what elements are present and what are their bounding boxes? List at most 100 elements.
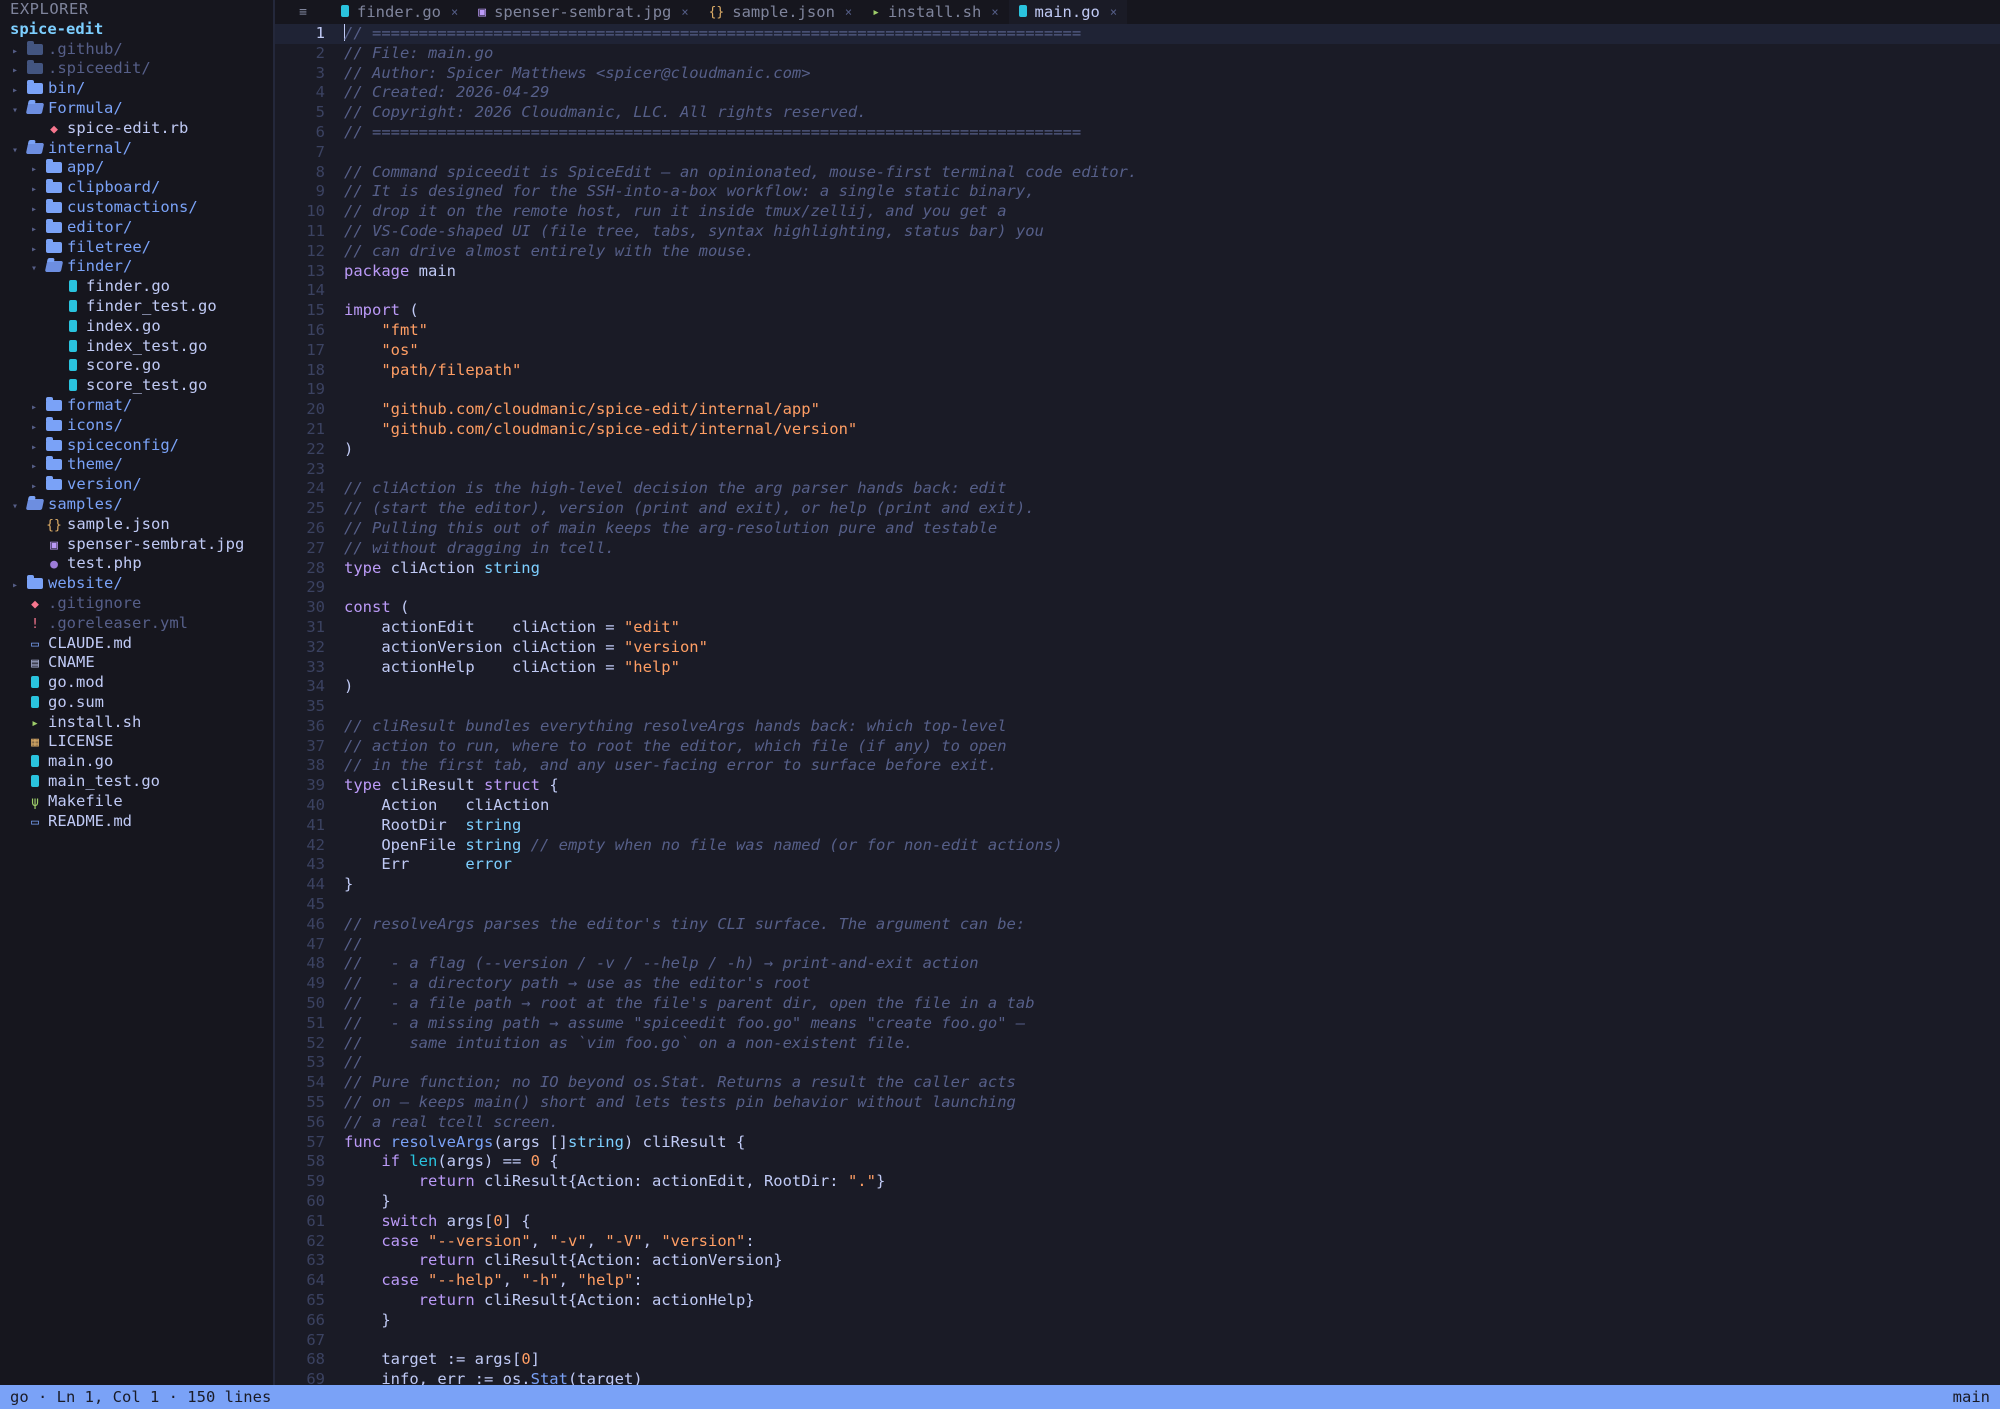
tree-file[interactable]: ! .goreleaser.yml	[0, 614, 273, 634]
code-line[interactable]: 30 const (	[275, 598, 2000, 618]
tree-file[interactable]: finder.go	[0, 277, 273, 297]
code-line[interactable]: 55 // on — keeps main() short and lets te…	[275, 1093, 2000, 1113]
tree-file[interactable]: ◆ .gitignore	[0, 594, 273, 614]
code-line[interactable]: 28 type cliAction string	[275, 559, 2000, 579]
code-line[interactable]: 50 // - a file path → root at the file's …	[275, 994, 2000, 1014]
code-line[interactable]: 15 import (	[275, 301, 2000, 321]
code-line[interactable]: 68 target := args[0]	[275, 1350, 2000, 1370]
tree-file[interactable]: go.mod	[0, 673, 273, 693]
code-line[interactable]: 32 actionVersion cliAction = "version"	[275, 638, 2000, 658]
code-line[interactable]: 69 info, err := os.Stat(target)	[275, 1370, 2000, 1385]
tab-finder-go[interactable]: finder.go ×	[331, 0, 468, 24]
tree-file[interactable]: score_test.go	[0, 376, 273, 396]
menu-icon[interactable]: ≡	[275, 5, 331, 20]
tree-file[interactable]: ▸ install.sh	[0, 713, 273, 733]
tree-file[interactable]: ▭ CLAUDE.md	[0, 634, 273, 654]
tree-folder[interactable]: ▸ spiceconfig/	[0, 436, 273, 456]
code-line[interactable]: 29	[275, 578, 2000, 598]
tree-file[interactable]: ψ Makefile	[0, 792, 273, 812]
code-line[interactable]: 56 // a real tcell screen.	[275, 1113, 2000, 1133]
code-line[interactable]: 43 Err error	[275, 855, 2000, 875]
code-line[interactable]: 49 // - a directory path → use as the edi…	[275, 974, 2000, 994]
tree-folder[interactable]: ▸ .spiceedit/	[0, 59, 273, 79]
code-editor[interactable]: 1 // ====================================…	[275, 24, 2000, 1385]
code-line[interactable]: 33 actionHelp cliAction = "help"	[275, 658, 2000, 678]
tab-install-sh[interactable]: ▸ install.sh ×	[862, 0, 1008, 24]
code-line[interactable]: 11 // VS-Code-shaped UI (file tree, tabs,…	[275, 222, 2000, 242]
code-line[interactable]: 4 // Created: 2026-04-29	[275, 83, 2000, 103]
code-line[interactable]: 35	[275, 697, 2000, 717]
code-line[interactable]: 8 // Command spiceedit is SpiceEdit — an …	[275, 163, 2000, 183]
code-line[interactable]: 62 case "--version", "-v", "-V", "versio…	[275, 1232, 2000, 1252]
code-line[interactable]: 46 // resolveArgs parses the editor's tin…	[275, 915, 2000, 935]
code-line[interactable]: 64 case "--help", "-h", "help":	[275, 1271, 2000, 1291]
close-icon[interactable]: ×	[1110, 5, 1117, 19]
code-line[interactable]: 14	[275, 281, 2000, 301]
close-icon[interactable]: ×	[845, 5, 852, 19]
code-line[interactable]: 7	[275, 143, 2000, 163]
tree-folder[interactable]: ▸ .github/	[0, 40, 273, 60]
code-line[interactable]: 47 //	[275, 935, 2000, 955]
code-line[interactable]: 27 // without dragging in tcell.	[275, 539, 2000, 559]
close-icon[interactable]: ×	[681, 5, 688, 19]
code-line[interactable]: 53 //	[275, 1053, 2000, 1073]
code-line[interactable]: 41 RootDir string	[275, 816, 2000, 836]
code-line[interactable]: 17 "os"	[275, 341, 2000, 361]
tree-folder[interactable]: ▾ Formula/	[0, 99, 273, 119]
code-line[interactable]: 19	[275, 380, 2000, 400]
tree-folder[interactable]: ▸ filetree/	[0, 238, 273, 258]
code-line[interactable]: 60 }	[275, 1192, 2000, 1212]
tree-file[interactable]: index.go	[0, 317, 273, 337]
close-icon[interactable]: ×	[991, 5, 998, 19]
explorer-root-folder[interactable]: spice-edit	[0, 20, 273, 40]
tree-folder[interactable]: ▸ bin/	[0, 79, 273, 99]
code-line[interactable]: 58 if len(args) == 0 {	[275, 1152, 2000, 1172]
tree-folder[interactable]: ▾ finder/	[0, 257, 273, 277]
tree-file[interactable]: {} sample.json	[0, 515, 273, 535]
close-icon[interactable]: ×	[451, 5, 458, 19]
code-line[interactable]: 18 "path/filepath"	[275, 361, 2000, 381]
tree-file[interactable]: finder_test.go	[0, 297, 273, 317]
tree-folder[interactable]: ▸ icons/	[0, 416, 273, 436]
code-line[interactable]: 36 // cliResult bundles everything resolv…	[275, 717, 2000, 737]
code-line[interactable]: 38 // in the first tab, and any user-faci…	[275, 756, 2000, 776]
tree-file[interactable]: main_test.go	[0, 772, 273, 792]
code-line[interactable]: 40 Action cliAction	[275, 796, 2000, 816]
code-line[interactable]: 45	[275, 895, 2000, 915]
tree-folder[interactable]: ▸ theme/	[0, 455, 273, 475]
code-line[interactable]: 24 // cliAction is the high-level decisio…	[275, 479, 2000, 499]
tree-folder[interactable]: ▸ editor/	[0, 218, 273, 238]
code-line[interactable]: 25 // (start the editor), version (print …	[275, 499, 2000, 519]
tree-folder[interactable]: ▸ version/	[0, 475, 273, 495]
code-line[interactable]: 26 // Pulling this out of main keeps the …	[275, 519, 2000, 539]
code-line[interactable]: 2 // File: main.go	[275, 44, 2000, 64]
tree-folder[interactable]: ▸ website/	[0, 574, 273, 594]
tree-file[interactable]: ● test.php	[0, 554, 273, 574]
tree-file[interactable]: ▤ CNAME	[0, 653, 273, 673]
tree-folder[interactable]: ▾ samples/	[0, 495, 273, 515]
code-line[interactable]: 21 "github.com/cloudmanic/spice-edit/int…	[275, 420, 2000, 440]
tree-file[interactable]: go.sum	[0, 693, 273, 713]
tab-sample-json[interactable]: {} sample.json ×	[699, 0, 863, 24]
code-line[interactable]: 16 "fmt"	[275, 321, 2000, 341]
tree-file[interactable]: score.go	[0, 356, 273, 376]
tree-file[interactable]: main.go	[0, 752, 273, 772]
tree-file[interactable]: index_test.go	[0, 337, 273, 357]
tree-file[interactable]: ▣ spenser-sembrat.jpg	[0, 535, 273, 555]
code-line[interactable]: 67	[275, 1331, 2000, 1351]
code-line[interactable]: 42 OpenFile string // empty when no file…	[275, 836, 2000, 856]
tree-folder[interactable]: ▸ format/	[0, 396, 273, 416]
code-line[interactable]: 31 actionEdit cliAction = "edit"	[275, 618, 2000, 638]
code-line[interactable]: 9 // It is designed for the SSH-into-a-bo…	[275, 182, 2000, 202]
code-line[interactable]: 34)	[275, 677, 2000, 697]
code-line[interactable]: 54 // Pure function; no IO beyond os.Stat…	[275, 1073, 2000, 1093]
code-line[interactable]: 10 // drop it on the remote host, run it …	[275, 202, 2000, 222]
code-line[interactable]: 23	[275, 460, 2000, 480]
code-line[interactable]: 61 switch args[0] {	[275, 1212, 2000, 1232]
code-line[interactable]: 20 "github.com/cloudmanic/spice-edit/int…	[275, 400, 2000, 420]
code-line[interactable]: 57 func resolveArgs(args []string) cliRes…	[275, 1133, 2000, 1153]
tree-folder[interactable]: ▸ app/	[0, 158, 273, 178]
code-line[interactable]: 37 // action to run, where to root the ed…	[275, 737, 2000, 757]
code-line[interactable]: 59 return cliResult{Action: actionEdit, …	[275, 1172, 2000, 1192]
code-line[interactable]: 52 // same intuition as `vim foo.go` on a…	[275, 1034, 2000, 1054]
